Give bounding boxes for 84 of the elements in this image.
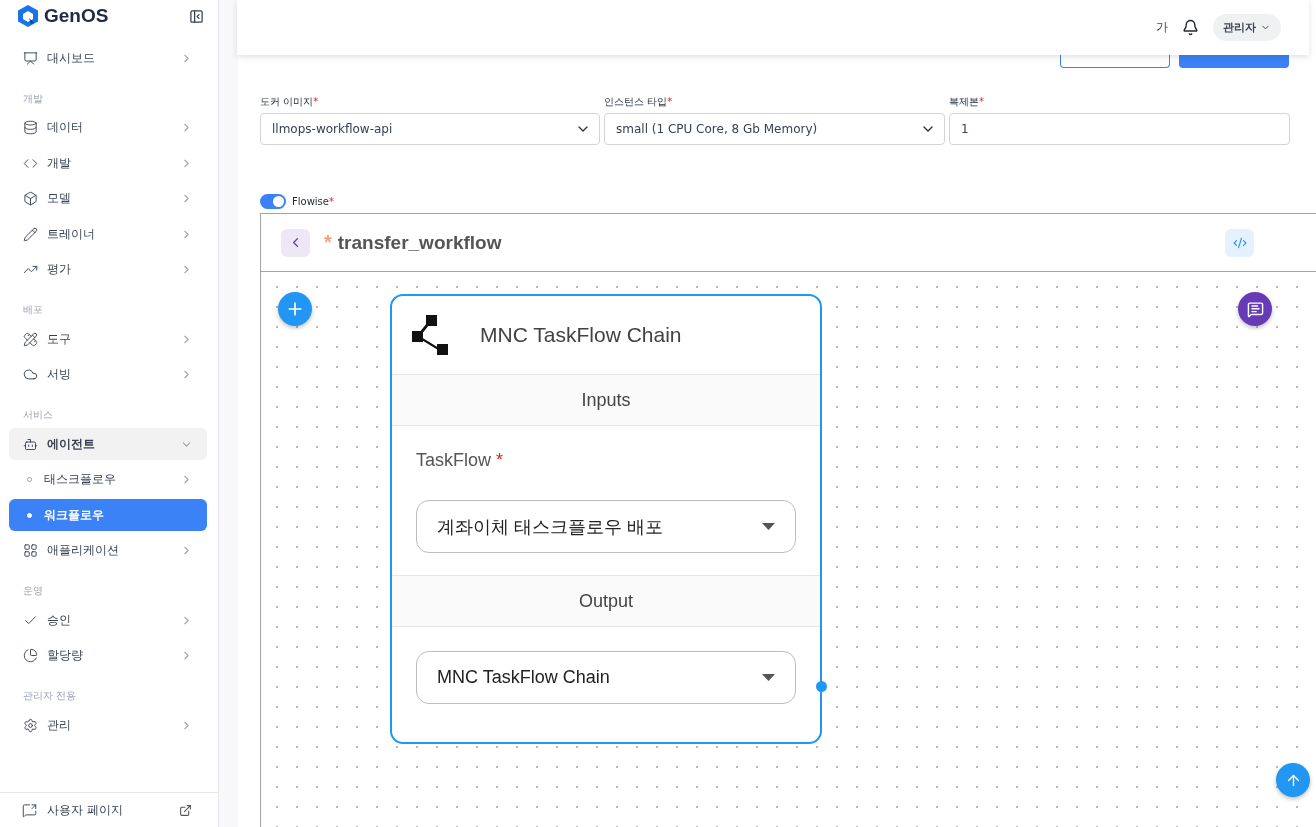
sidebar-item[interactable]: 에이전트	[9, 428, 207, 460]
node-title: MNC TaskFlow Chain	[480, 323, 682, 347]
section-heading: 관리자 전용	[22, 689, 78, 703]
sidebar-item[interactable]: 대시보드	[9, 42, 207, 74]
flow-title: transfer_workflow	[337, 231, 503, 254]
scroll-top-button[interactable]	[1276, 763, 1310, 797]
section-heading: Output	[392, 575, 820, 627]
sidebar-item[interactable]: 개발	[9, 147, 207, 179]
section-heading: Inputs	[392, 374, 820, 426]
chat-button[interactable]	[1238, 292, 1272, 326]
menu-label: 승인	[47, 611, 72, 629]
sidebar-item[interactable]: 도구	[9, 323, 207, 355]
sidebar-item[interactable]: 평가	[9, 253, 207, 286]
section-heading: 배포	[22, 303, 44, 317]
section-heading: 서비스	[22, 408, 54, 422]
logo-icon	[18, 5, 38, 27]
user-menu-button[interactable]: 관리자	[1213, 14, 1281, 41]
section-heading: 운영	[22, 584, 44, 598]
code-icon	[1232, 235, 1247, 250]
menu-icon	[23, 436, 38, 452]
menu-icon	[23, 648, 38, 663]
sidebar-item[interactable]: 관리	[9, 709, 207, 741]
menu-label: 서빙	[47, 366, 72, 383]
field-label: 인스턴스 타입*	[604, 95, 674, 109]
unsaved-mark: *	[324, 231, 332, 254]
input-label: TaskFlow *	[416, 450, 505, 471]
menu-label: 개발	[47, 154, 72, 172]
toggle-label: Flowise*	[292, 196, 334, 207]
output-handle[interactable]	[816, 681, 827, 692]
brand-name: GenOS	[44, 5, 109, 27]
sidebar-subitem[interactable]: 태스크플로우	[9, 463, 207, 496]
menu-label: 애플리케이션	[47, 542, 120, 559]
sidebar-item[interactable]: 모델	[9, 182, 207, 215]
menu-label: 트레이너	[47, 225, 96, 243]
menu-label: 에이전트	[47, 435, 96, 453]
menu-label: 모델	[47, 190, 72, 207]
outline-button[interactable]	[1060, 55, 1170, 68]
menu-label: 관리	[47, 716, 72, 734]
menu-label: 대시보드	[47, 49, 96, 67]
menu-label: 할당량	[47, 647, 84, 664]
select-field[interactable]: small (1 CPU Core, 8 Gb Memory)	[604, 113, 945, 145]
bullet-icon	[27, 512, 32, 518]
font-size-button[interactable]: 가	[1156, 19, 1168, 36]
chat-icon	[22, 802, 37, 818]
caret-icon	[762, 673, 775, 682]
select-field[interactable]: 계좌이체 태스크플로우 배포	[416, 500, 796, 553]
sidebar-item[interactable]: 애플리케이션	[9, 534, 207, 567]
menu-icon	[23, 226, 38, 242]
external-link-icon	[179, 803, 192, 817]
sidebar-item[interactable]: 할당량	[9, 639, 207, 672]
bell-icon[interactable]	[1182, 19, 1199, 36]
chat-icon	[1246, 300, 1264, 318]
select-field[interactable]: MNC TaskFlow Chain	[416, 651, 796, 704]
sidebar-subitem[interactable]: 워크플로우	[9, 499, 207, 531]
menu-label: 평가	[47, 261, 72, 278]
sidebar-item[interactable]: 트레이너	[9, 218, 207, 250]
sidebar-item[interactable]: 데이터	[9, 111, 207, 144]
section-heading: 개발	[22, 91, 44, 106]
back-button[interactable]	[281, 228, 310, 257]
sidebar-item[interactable]: 승인	[9, 604, 207, 636]
flow-node[interactable]: MNC TaskFlow Chain Inputs TaskFlow * 계좌이체 태스크플로우 배포 Output MNC TaskFlow Chain	[390, 294, 822, 744]
field-label: 복제본*	[949, 95, 985, 109]
menu-icon	[23, 543, 38, 558]
menu-label: 도구	[47, 330, 72, 348]
menu-icon	[23, 367, 38, 382]
select-field[interactable]: llmops-workflow-api	[260, 113, 600, 145]
add-node-button[interactable]	[278, 292, 312, 326]
menu-icon	[23, 717, 38, 733]
tree-icon	[412, 315, 450, 355]
input-field[interactable]: 1	[949, 113, 1290, 145]
collapse-sidebar-icon[interactable]	[189, 8, 204, 24]
menu-icon	[23, 120, 38, 135]
menu-icon	[23, 191, 38, 206]
code-button[interactable]	[1225, 228, 1254, 257]
field-label: 도커 이미지*	[260, 95, 320, 109]
menu-icon	[23, 331, 38, 347]
caret-icon	[762, 522, 775, 531]
toggle-switch[interactable]	[260, 194, 286, 209]
user-page-link[interactable]: 사용자 페이지	[0, 792, 218, 827]
menu-label: 태스크플로우	[44, 471, 117, 488]
menu-icon	[23, 50, 38, 66]
menu-label: 워크플로우	[44, 506, 105, 524]
menu-label: 데이터	[47, 119, 84, 136]
sidebar-item[interactable]: 서빙	[9, 358, 207, 391]
